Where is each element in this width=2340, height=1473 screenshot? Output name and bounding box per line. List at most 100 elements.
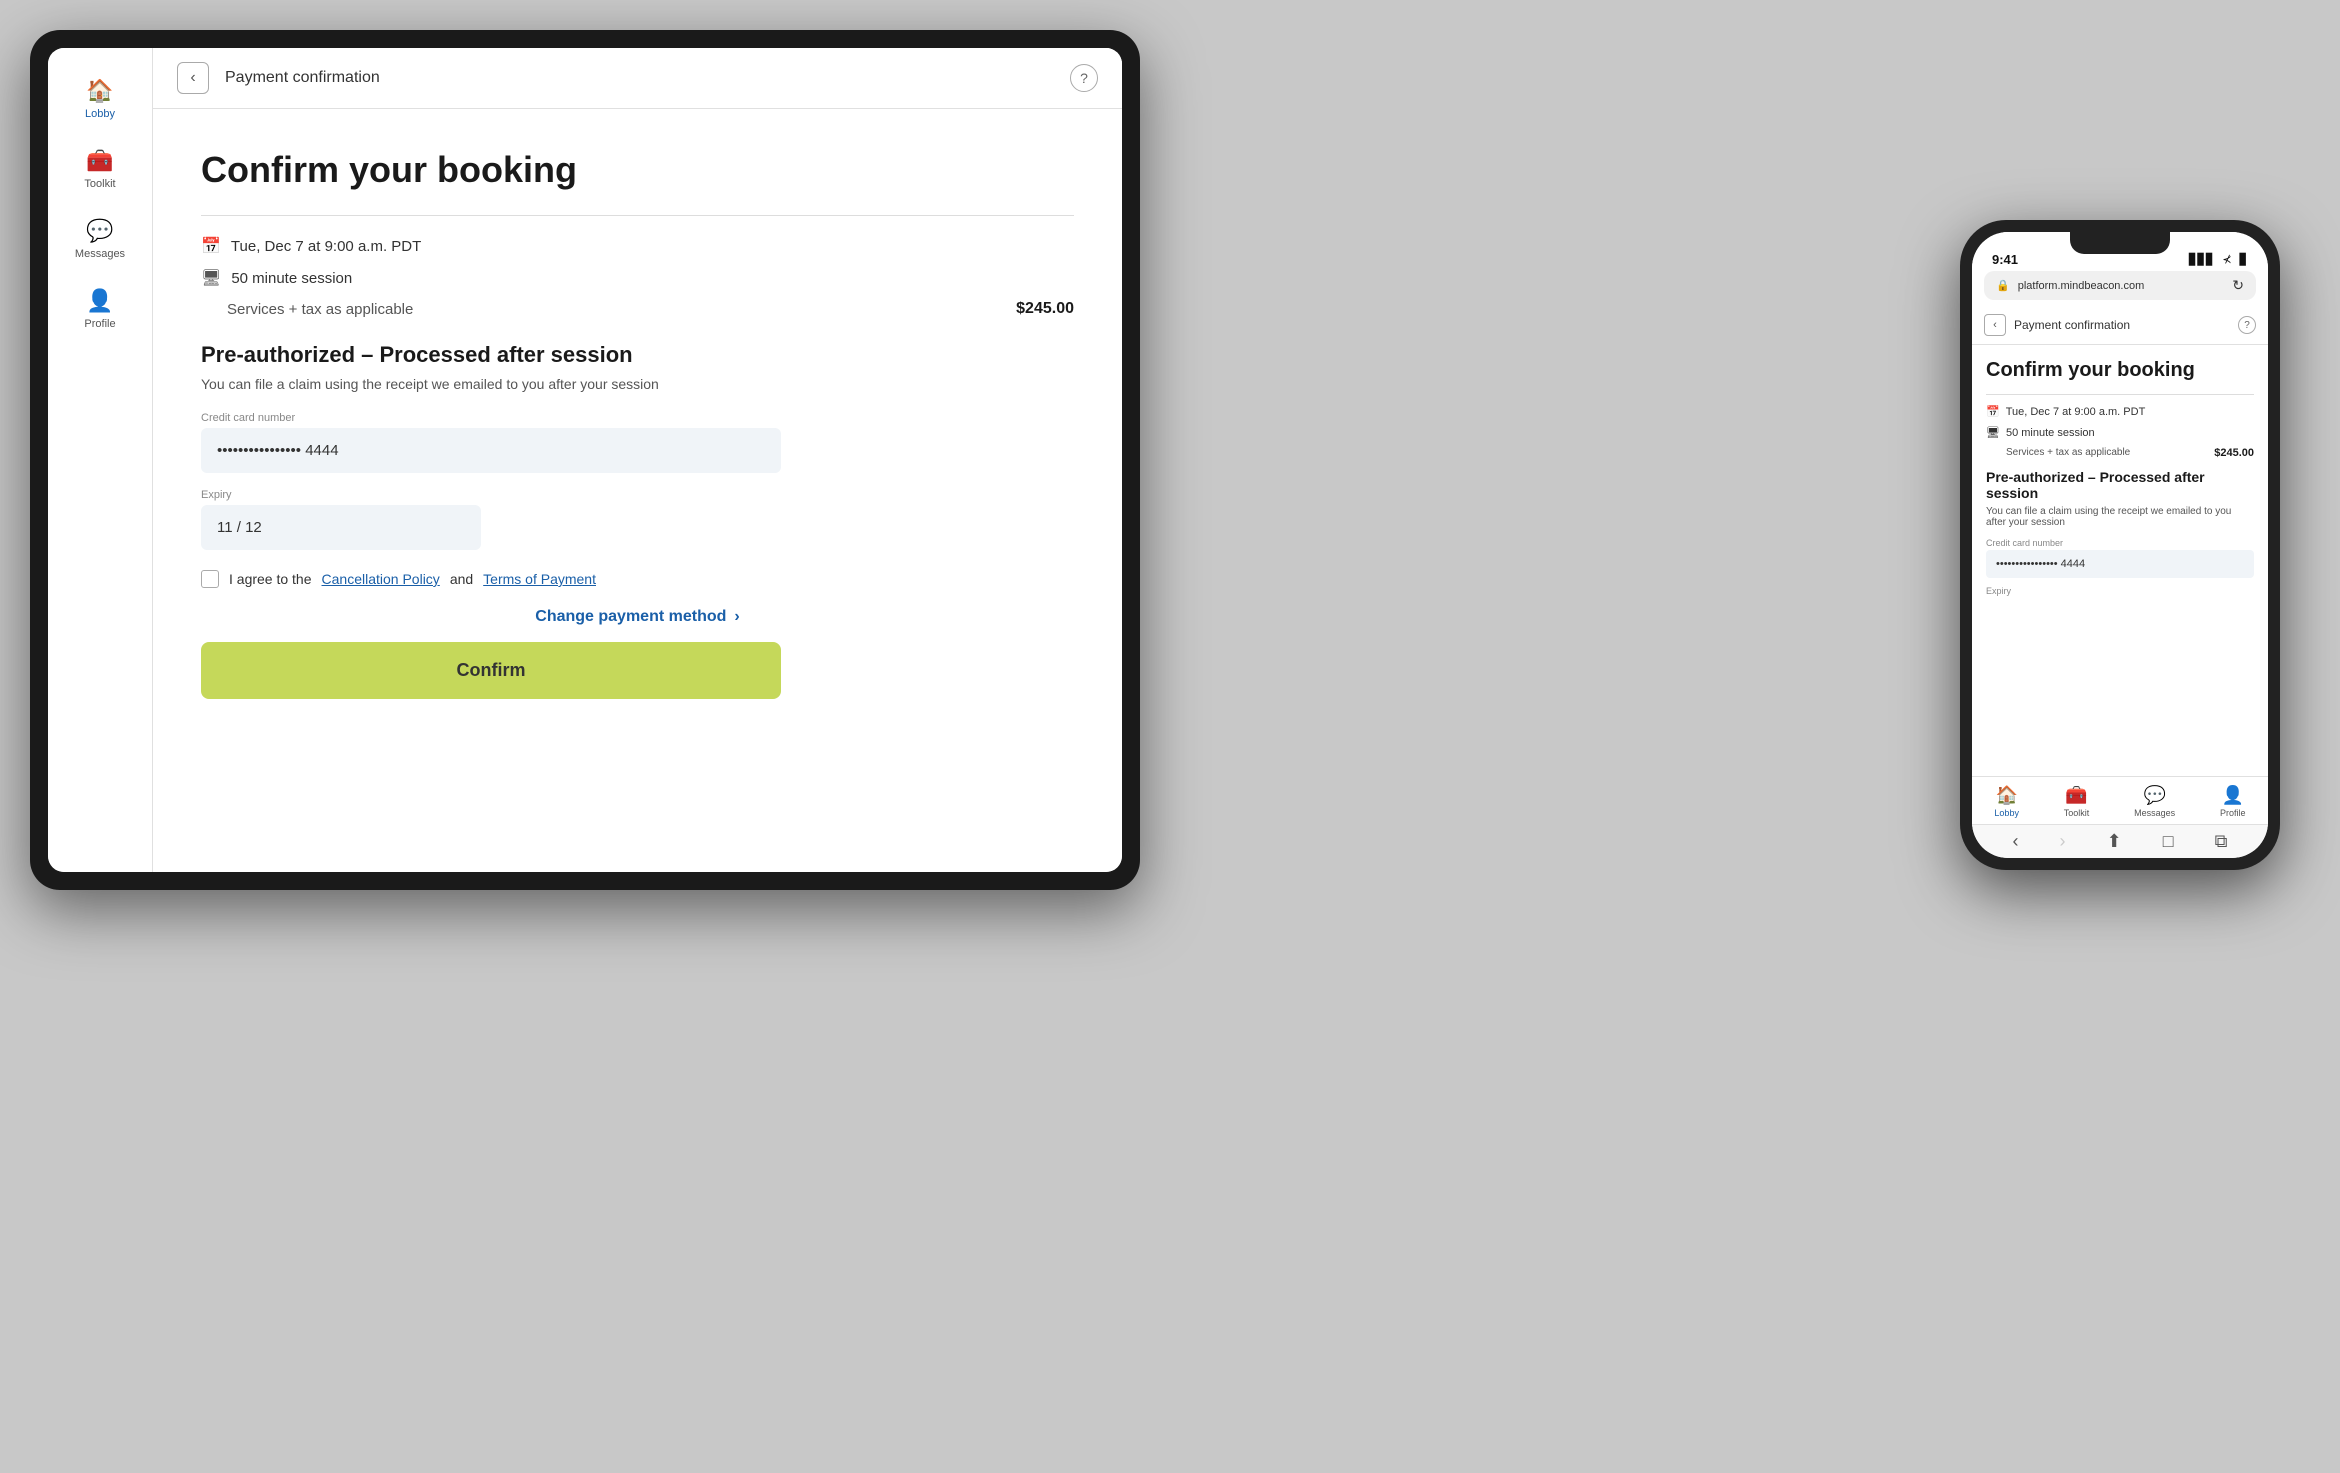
url-text: platform.mindbeacon.com (2018, 280, 2145, 292)
change-payment-label: Change payment method (535, 608, 726, 626)
phone-nav-toolkit-label: Toolkit (2064, 808, 2090, 818)
url-content: 🔒 platform.mindbeacon.com (1996, 279, 2144, 292)
expiry-input[interactable]: 11 / 12 (201, 505, 481, 550)
phone-url-bar[interactable]: 🔒 platform.mindbeacon.com ↻ (1984, 271, 2256, 300)
phone-messages-icon: 💬 (2143, 785, 2165, 806)
phone-help-button[interactable]: ? (2238, 316, 2256, 334)
booking-session: 50 minute session (231, 270, 352, 287)
phone-cc-input[interactable]: •••••••••••••••• 4444 (1986, 550, 2254, 578)
status-time: 9:41 (1992, 252, 2018, 267)
browser-forward-icon[interactable]: › (2060, 831, 2066, 852)
calendar-icon: 📅 (201, 236, 221, 256)
phone-nav-wrapper: 🏠 Lobby 🧰 Toolkit 💬 Messages 👤 Profile (1972, 776, 2268, 858)
phone-divider (1986, 394, 2254, 395)
sidebar-item-profile[interactable]: 👤 Profile (58, 278, 143, 340)
browser-tabs-icon[interactable]: ⧉ (2215, 831, 2228, 852)
phone-nav-profile[interactable]: 👤 Profile (2220, 785, 2246, 818)
phone-browser-bar: ‹ › ⬆ □ ⧉ (1972, 824, 2268, 858)
back-button[interactable]: ‹ (177, 62, 209, 94)
phone-notch (2070, 232, 2170, 254)
refresh-icon[interactable]: ↻ (2232, 277, 2244, 294)
booking-info: 📅 Tue, Dec 7 at 9:00 a.m. PDT 🖥 50 minut… (201, 236, 1074, 318)
credit-card-field: Credit card number •••••••••••••••• 4444 (201, 412, 1074, 473)
phone-preauth-title: Pre-authorized – Processed after session (1986, 469, 2254, 501)
page-body: Confirm your booking 📅 Tue, Dec 7 at 9:0… (153, 109, 1122, 872)
page-header-title: Payment confirmation (225, 69, 1054, 87)
preauth-title: Pre-authorized – Processed after session (201, 342, 1074, 368)
browser-back-icon[interactable]: ‹ (2013, 831, 2019, 852)
sidebar-label-toolkit: Toolkit (84, 178, 115, 190)
phone-nav-toolkit[interactable]: 🧰 Toolkit (2064, 785, 2090, 818)
phone-date-row: 📅 Tue, Dec 7 at 9:00 a.m. PDT (1986, 405, 2254, 418)
wifi-icon: ⊀ (2222, 253, 2231, 266)
phone-page-title: Confirm your booking (1986, 359, 2254, 382)
phone-body: Confirm your booking 📅 Tue, Dec 7 at 9:0… (1972, 345, 2268, 776)
sidebar-label-lobby: Lobby (85, 108, 115, 120)
preauth-subtitle: You can file a claim using the receipt w… (201, 376, 1074, 392)
browser-share-icon[interactable]: ⬆ (2107, 831, 2122, 852)
sidebar: 🏠 Lobby 🧰 Toolkit 💬 Messages 👤 Profile (48, 48, 153, 872)
sidebar-item-toolkit[interactable]: 🧰 Toolkit (58, 138, 143, 200)
agreement-row: I agree to the Cancellation Policy and T… (201, 570, 1074, 588)
phone-screen: 9:41 ▊▊▊ ⊀ ▊ 🔒 platform.mindbeacon.com ↻… (1972, 232, 2268, 858)
phone-nav-messages[interactable]: 💬 Messages (2134, 785, 2175, 818)
phone-nav-lobby[interactable]: 🏠 Lobby (1994, 785, 2019, 818)
browser-bookmark-icon[interactable]: □ (2163, 831, 2174, 852)
sidebar-item-lobby[interactable]: 🏠 Lobby (58, 68, 143, 130)
phone-session-row: 🖥 50 minute session (1986, 426, 2254, 439)
phone-profile-icon: 👤 (2222, 785, 2244, 806)
phone-cc-label: Credit card number (1986, 538, 2254, 548)
toolkit-icon: 🧰 (86, 148, 113, 174)
terms-link[interactable]: Terms of Payment (483, 571, 596, 587)
agreement-text-before: I agree to the (229, 571, 312, 587)
phone-price-row: Services + tax as applicable $245.00 (1986, 447, 2254, 459)
phone-date: Tue, Dec 7 at 9:00 a.m. PDT (2006, 406, 2146, 418)
preauth-section: Pre-authorized – Processed after session… (201, 342, 1074, 550)
main-content: ‹ Payment confirmation ? Confirm your bo… (153, 48, 1122, 872)
phone-session: 50 minute session (2006, 427, 2095, 439)
sidebar-item-messages[interactable]: 💬 Messages (58, 208, 143, 270)
services-label: Services + tax as applicable (227, 301, 413, 318)
expiry-field: Expiry 11 / 12 (201, 489, 1074, 550)
phone-home-icon: 🏠 (1995, 785, 2017, 806)
agreement-checkbox[interactable] (201, 570, 219, 588)
phone-content: ‹ Payment confirmation ? Confirm your bo… (1972, 306, 2268, 858)
header-bar: ‹ Payment confirmation ? (153, 48, 1122, 109)
credit-card-input[interactable]: •••••••••••••••• 4444 (201, 428, 781, 473)
booking-date-row: 📅 Tue, Dec 7 at 9:00 a.m. PDT (201, 236, 1074, 256)
phone-nav-profile-label: Profile (2220, 808, 2246, 818)
sidebar-label-profile: Profile (84, 318, 115, 330)
phone-calendar-icon: 📅 (1986, 405, 2000, 418)
price-row: Services + tax as applicable $245.00 (201, 300, 1074, 318)
divider-1 (201, 215, 1074, 216)
cancellation-policy-link[interactable]: Cancellation Policy (322, 571, 440, 587)
confirm-button[interactable]: Confirm (201, 642, 781, 699)
phone-header: ‹ Payment confirmation ? (1972, 306, 2268, 345)
phone-header-title: Payment confirmation (2014, 318, 2230, 332)
help-button[interactable]: ? (1070, 64, 1098, 92)
expiry-label: Expiry (201, 489, 1074, 501)
tablet-screen: 🏠 Lobby 🧰 Toolkit 💬 Messages 👤 Profile ‹ (48, 48, 1122, 872)
phone-price: $245.00 (2214, 447, 2254, 459)
signal-icon: ▊▊▊ (2189, 253, 2214, 266)
agreement-text-and: and (450, 571, 473, 587)
phone-nav-lobby-label: Lobby (1994, 808, 2019, 818)
home-icon: 🏠 (86, 78, 113, 104)
phone-bottom-nav: 🏠 Lobby 🧰 Toolkit 💬 Messages 👤 Profile (1972, 776, 2268, 824)
phone-device: 9:41 ▊▊▊ ⊀ ▊ 🔒 platform.mindbeacon.com ↻… (1960, 220, 2280, 870)
change-payment-button[interactable]: Change payment method › (201, 608, 1074, 626)
chevron-right-icon: › (734, 608, 739, 626)
phone-toolkit-icon: 🧰 (2065, 785, 2087, 806)
battery-icon: ▊ (2240, 253, 2248, 266)
page-title: Confirm your booking (201, 149, 1074, 191)
phone-preauth-sub: You can file a claim using the receipt w… (1986, 506, 2254, 528)
messages-icon: 💬 (86, 218, 113, 244)
phone-screen-icon: 🖥 (1986, 426, 2000, 439)
phone-services-label: Services + tax as applicable (2006, 447, 2130, 459)
tablet-device: 🏠 Lobby 🧰 Toolkit 💬 Messages 👤 Profile ‹ (30, 30, 1140, 890)
profile-icon: 👤 (86, 288, 113, 314)
credit-card-label: Credit card number (201, 412, 1074, 424)
phone-expiry-label: Expiry (1986, 586, 2254, 596)
phone-back-button[interactable]: ‹ (1984, 314, 2006, 336)
screen-icon: 🖥 (201, 268, 221, 288)
